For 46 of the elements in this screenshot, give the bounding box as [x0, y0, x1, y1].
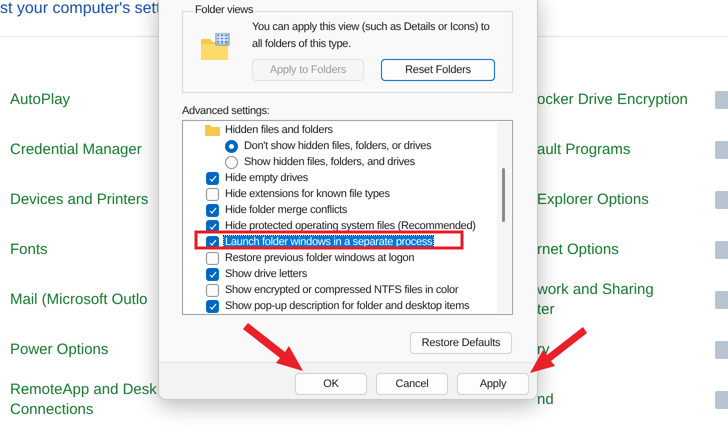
applet-link[interactable]: Devices and Printers — [10, 190, 148, 210]
applet-link[interactable]: nd — [537, 390, 554, 410]
setting-label[interactable]: Hide extensions for known file types — [224, 188, 391, 200]
restore-defaults-button[interactable]: Restore Defaults — [410, 332, 512, 354]
dialog-button[interactable]: Apply — [457, 373, 529, 395]
arrow — [530, 327, 587, 373]
advanced-settings-label: Advanced settings: — [182, 104, 271, 118]
checkbox[interactable] — [206, 204, 219, 216]
applet-link[interactable]: Fonts — [10, 240, 48, 260]
radio-button[interactable] — [225, 140, 238, 152]
applet-link[interactable]: Mail (Microsoft Outlo — [10, 290, 148, 310]
setting-label[interactable]: Launch folder windows in a separate process — [224, 236, 434, 248]
checkbox[interactable] — [206, 252, 219, 264]
applet-link[interactable]: ault Programs — [537, 140, 630, 160]
setting-label[interactable]: Show pop-up description for folder and desktop items — [224, 300, 470, 312]
setting-label[interactable]: Hide empty drives — [224, 172, 309, 184]
folder-icon — [205, 124, 220, 136]
setting-label[interactable]: Hide protected operating system files (Recommended) — [224, 220, 477, 232]
folder-view-button[interactable]: Reset Folders — [381, 59, 495, 81]
applet-link[interactable]: ocker Drive Encryption — [537, 90, 688, 110]
setting-label[interactable]: Hide folder merge conflicts — [224, 204, 348, 216]
setting-label[interactable]: Restore previous folder windows at logon — [224, 252, 416, 264]
dialog-button[interactable]: OK — [295, 373, 367, 395]
radio-button[interactable] — [225, 156, 238, 168]
applet-link[interactable]: rnet Options — [537, 240, 619, 260]
scrollbar-thumb[interactable] — [502, 168, 505, 222]
setting-label[interactable]: Show encrypted or compressed NTFS files in color — [224, 284, 460, 296]
applet-link[interactable]: RemoteApp and Desk Connections — [10, 380, 157, 420]
applet-link[interactable]: AutoPlay — [10, 90, 70, 110]
applet-link[interactable]: Power Options — [10, 340, 108, 360]
setting-label[interactable]: Show hidden files, folders, and drives — [243, 156, 416, 168]
setting-label[interactable]: Hidden files and folders — [224, 124, 334, 136]
checkbox[interactable] — [206, 300, 219, 312]
checkbox[interactable] — [206, 268, 219, 280]
folder-icon — [200, 33, 230, 61]
applet-link[interactable]: Credential Manager — [10, 140, 142, 160]
checkbox[interactable] — [206, 284, 219, 296]
applet-link[interactable]: work and Sharing ter — [537, 280, 654, 320]
checkbox[interactable] — [206, 172, 219, 184]
arrow — [243, 323, 303, 371]
setting-label[interactable]: Show drive letters — [224, 268, 308, 280]
applet-link[interactable]: Explorer Options — [537, 190, 649, 210]
dialog-button[interactable]: Cancel — [376, 373, 448, 395]
scrollbar[interactable] — [497, 122, 511, 313]
setting-label[interactable]: Don't show hidden files, folders, or drives — [243, 140, 432, 152]
checkbox[interactable] — [206, 188, 219, 200]
